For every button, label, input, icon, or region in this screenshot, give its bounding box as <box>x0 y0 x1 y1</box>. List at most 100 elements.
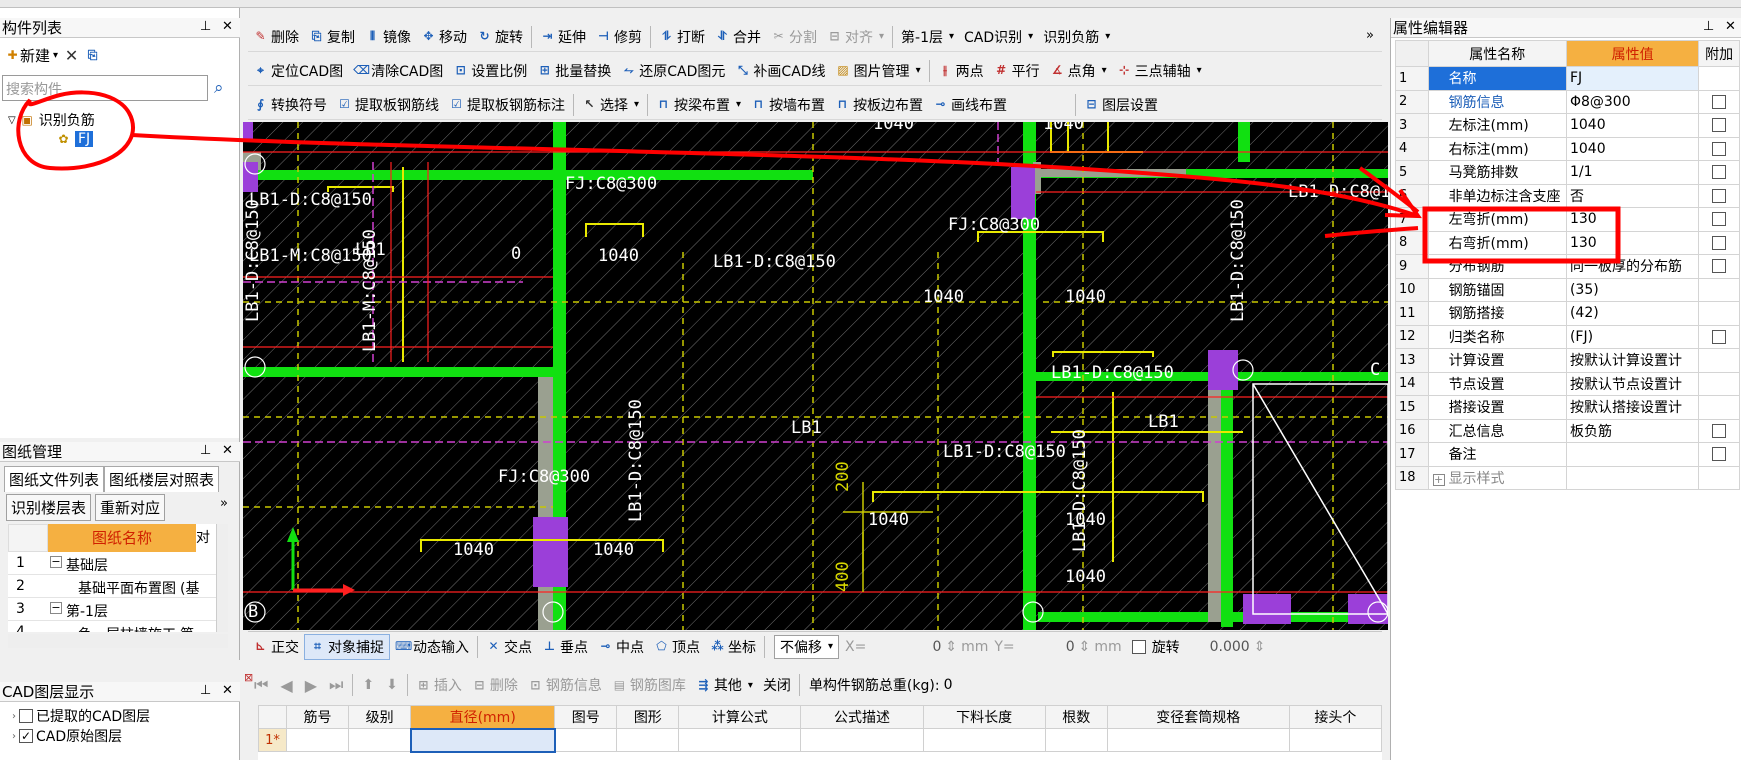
perp-toggle[interactable]: ⊥ 垂点 <box>537 634 593 660</box>
other-button[interactable]: ⇶ 其他 <box>691 672 758 698</box>
x-input[interactable]: 0 <box>866 639 941 655</box>
down-icon[interactable]: ⬇ <box>386 677 398 693</box>
table-cell[interactable] <box>678 728 802 752</box>
search-icon[interactable]: ⌕ <box>214 78 224 98</box>
property-value[interactable] <box>1565 442 1700 467</box>
tab-floor-map[interactable]: 图纸楼层对照表 <box>104 466 220 492</box>
property-row[interactable]: 18 + 显示样式 <box>1395 465 1740 490</box>
table-cell[interactable] <box>1106 728 1290 752</box>
table-header-cell[interactable]: 图号 <box>554 705 618 729</box>
table-header-cell[interactable]: 根数 <box>1044 705 1108 729</box>
table-header-cell[interactable]: 筋号 <box>285 705 350 729</box>
y-input[interactable]: 0 <box>1015 639 1075 655</box>
property-row[interactable]: 2 钢筋信息 Φ8@300 <box>1395 89 1740 114</box>
close-icon[interactable]: ✕ <box>222 683 233 698</box>
property-value[interactable]: 1040 <box>1565 113 1700 138</box>
property-row[interactable]: 17 备注 <box>1395 442 1740 467</box>
attach-checkbox[interactable] <box>1712 165 1727 180</box>
rotate-input[interactable]: 0.000 <box>1180 639 1250 655</box>
property-row[interactable]: 11 钢筋搭接 (42) <box>1395 301 1740 326</box>
delete-row-button[interactable]: ⊟ 删除 <box>467 672 523 698</box>
align-button[interactable]: ⊟ 对齐 <box>822 24 889 50</box>
close-icon[interactable]: ✕ <box>222 19 233 34</box>
attach-checkbox[interactable] <box>1712 447 1727 462</box>
rebar-library-button[interactable]: ▤ 钢筋图库 <box>607 672 691 698</box>
offset-select[interactable]: 不偏移 <box>774 634 840 659</box>
table-cell[interactable] <box>409 727 556 753</box>
vertex-toggle[interactable]: ⬠ 顶点 <box>649 634 705 660</box>
delete-icon[interactable]: ✕ <box>64 47 79 63</box>
pin-icon[interactable]: ⊥ <box>200 443 211 458</box>
property-value[interactable]: 同一板厚的分布筋 <box>1565 254 1700 279</box>
first-icon[interactable]: ⏮ <box>254 675 268 695</box>
mid-toggle[interactable]: ⊸ 中点 <box>593 634 649 660</box>
attach-checkbox[interactable] <box>1712 118 1727 133</box>
property-row[interactable]: 16 汇总信息 板负筋 <box>1395 418 1740 443</box>
close-icon[interactable]: ✕ <box>1725 19 1736 34</box>
copy-icon[interactable]: ⎘ <box>85 48 100 63</box>
property-row[interactable]: 14 节点设置 按默认节点设置计 <box>1395 371 1740 396</box>
attach-checkbox[interactable] <box>1712 212 1727 227</box>
property-value[interactable] <box>1565 465 1700 490</box>
close-icon[interactable]: ⊠ <box>244 671 253 684</box>
select-button[interactable]: ↖ 选择 <box>577 92 644 118</box>
table-header-cell[interactable]: 计算公式 <box>678 705 802 729</box>
attach-checkbox[interactable] <box>1712 423 1727 438</box>
table-header-cell[interactable]: 级别 <box>348 705 412 729</box>
table-cell[interactable] <box>1288 728 1382 752</box>
table-header-cell[interactable]: 直径(mm) <box>410 705 556 729</box>
property-row[interactable]: 13 计算设置 按默认计算设置计 <box>1395 348 1740 373</box>
attach-checkbox[interactable] <box>1712 329 1727 344</box>
mirror-button[interactable]: ⫴ 镜像 <box>360 24 416 50</box>
property-value[interactable]: (42) <box>1565 301 1700 326</box>
attach-checkbox[interactable] <box>1712 235 1727 250</box>
h-scrollbar[interactable] <box>8 634 228 648</box>
property-value[interactable]: 1/1 <box>1565 160 1700 185</box>
layer-original[interactable]: › ✓ CAD原始图层 <box>12 726 122 746</box>
property-row[interactable]: 1 名称 FJ <box>1395 66 1740 91</box>
prev-icon[interactable]: ◀ <box>280 676 292 695</box>
property-row[interactable]: 4 右标注(mm) 1040 <box>1395 136 1740 161</box>
property-row[interactable]: 9 分布钢筋 同一板厚的分布筋 <box>1395 254 1740 279</box>
three-point-axis-button[interactable]: ⊹ 三点辅轴 <box>1112 58 1207 84</box>
merge-button[interactable]: ⥯ 合并 <box>710 24 766 50</box>
floor-select[interactable]: 第-1层 <box>896 24 959 50</box>
cad-canvas[interactable]: LB1-D:C8@150 LB1-M:C8@150 LB1 FJ:C8@300 … <box>243 122 1388 630</box>
type-select[interactable]: 识别负筋 <box>1038 24 1115 50</box>
checkbox-checked[interactable]: ✓ <box>19 729 33 743</box>
table-cell[interactable] <box>800 728 924 752</box>
property-value[interactable]: 按默认节点设置计 <box>1565 371 1700 396</box>
property-value[interactable]: 否 <box>1565 183 1700 208</box>
expand-icon[interactable]: + <box>1432 473 1445 486</box>
image-mgmt-button[interactable]: ▨ 图片管理 <box>831 58 926 84</box>
close-button[interactable]: 关闭 <box>758 672 796 698</box>
table-cell[interactable] <box>616 728 680 752</box>
drawing-table-row[interactable]: 1 − 基础层 <box>8 552 216 575</box>
drawing-table-row[interactable]: 4 负一层柱墙施工第 <box>8 621 216 632</box>
draw-line-place-button[interactable]: ⊸ 画线布置 <box>928 92 1012 118</box>
property-value[interactable]: Φ8@300 <box>1565 89 1700 114</box>
rotate-button[interactable]: ↻ 旋转 <box>472 24 528 50</box>
scrollbar[interactable] <box>216 524 228 632</box>
property-row[interactable]: 12 归类名称 (FJ) <box>1395 324 1740 349</box>
checkbox[interactable] <box>19 709 33 723</box>
pin-icon[interactable]: ⊥ <box>200 683 211 698</box>
table-cell[interactable] <box>348 728 412 752</box>
draw-cad-line-button[interactable]: ⤡ 补画CAD线 <box>730 58 830 84</box>
col-drawing-name[interactable]: 图纸名称 <box>48 524 196 552</box>
property-row[interactable]: 3 左标注(mm) 1040 <box>1395 113 1740 138</box>
place-by-wall-button[interactable]: ⊓ 按墙布置 <box>746 92 830 118</box>
rotate-checkbox[interactable] <box>1131 639 1146 654</box>
tree-toggle-icon[interactable]: − <box>50 602 62 614</box>
pin-icon[interactable]: ⊥ <box>1703 19 1714 34</box>
attach-checkbox[interactable] <box>1712 259 1727 274</box>
layer-extracted[interactable]: › 已提取的CAD图层 <box>12 706 150 726</box>
table-cell[interactable] <box>1044 728 1108 752</box>
next-icon[interactable]: ▶ <box>305 676 317 695</box>
attach-checkbox[interactable] <box>1712 188 1727 203</box>
locate-cad-button[interactable]: ⌖ 定位CAD图 <box>248 58 348 84</box>
property-row[interactable]: 10 钢筋锚固 (35) <box>1395 277 1740 302</box>
table-row[interactable]: 1* <box>258 727 1382 753</box>
extract-rebar-line-button[interactable]: ☑ 提取板钢筋线 <box>332 92 444 118</box>
new-button[interactable]: ✚ 新建 <box>5 45 58 66</box>
